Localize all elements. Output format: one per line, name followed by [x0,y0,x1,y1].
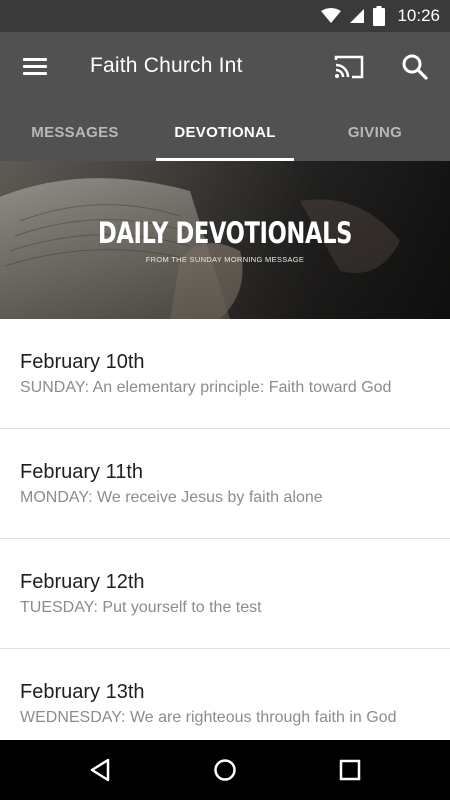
banner-title: DAILY DEVOTIONALS [97,216,352,250]
devotional-item[interactable]: February 12th TUESDAY: Put yourself to t… [0,539,450,649]
wifi-icon [321,8,342,23]
home-icon [214,759,236,781]
tab-messages[interactable]: MESSAGES [0,102,150,161]
devotional-list: February 10th SUNDAY: An elementary prin… [0,319,450,759]
menu-icon [23,58,47,61]
devotional-date: February 11th [20,461,144,483]
search-button[interactable] [398,50,432,84]
devotional-item[interactable]: February 11th MONDAY: We receive Jesus b… [0,429,450,539]
devotional-item[interactable]: February 10th SUNDAY: An elementary prin… [0,319,450,429]
tab-giving[interactable]: GIVING [300,102,450,161]
devotional-date: February 13th [20,681,145,703]
recents-icon [339,759,361,781]
back-button[interactable] [82,752,118,788]
search-icon [402,54,428,80]
battery-icon [373,6,386,26]
cast-icon [334,55,364,79]
status-icons: 10:26 [321,0,440,32]
devotional-description: SUNDAY: An elementary principle: Faith t… [20,379,392,396]
devotional-banner: DAILY DEVOTIONALS FROM THE SUNDAY MORNIN… [0,161,450,319]
status-bar: 10:26 [0,0,450,32]
devotional-description: MONDAY: We receive Jesus by faith alone [20,489,323,506]
status-time: 10:26 [397,6,440,25]
recents-button[interactable] [332,752,368,788]
signal-icon [350,9,365,23]
back-icon [90,758,110,782]
devotional-date: February 10th [20,351,145,373]
menu-button[interactable] [18,52,52,82]
devotional-description: WEDNESDAY: We are righteous through fait… [20,709,397,726]
app-title: Faith Church Int [90,54,243,77]
devotional-description: TUESDAY: Put yourself to the test [20,599,262,616]
home-button[interactable] [207,752,243,788]
system-nav-bar [0,740,450,800]
menu-icon-line [23,72,47,75]
menu-icon-line [23,65,47,68]
tab-bar: MESSAGES DEVOTIONAL GIVING [0,102,450,161]
cast-button[interactable] [332,52,366,82]
app-bar: Faith Church Int [0,32,450,102]
devotional-date: February 12th [20,571,145,593]
banner-subtitle: FROM THE SUNDAY MORNING MESSAGE [145,255,305,264]
tab-devotional[interactable]: DEVOTIONAL [150,102,300,161]
